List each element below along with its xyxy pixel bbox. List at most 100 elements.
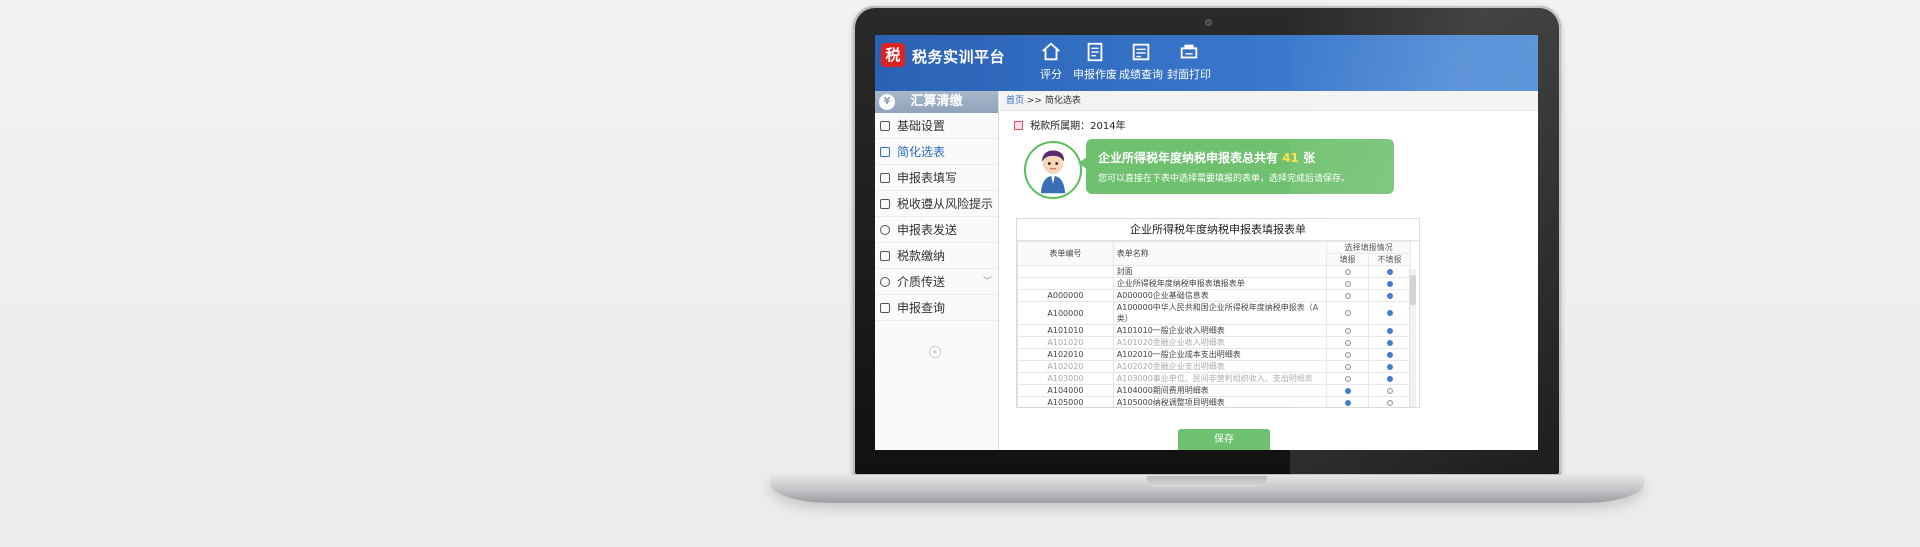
- nofill-radio[interactable]: [1368, 336, 1411, 349]
- nofill-radio[interactable]: [1368, 265, 1411, 278]
- radio-fill-icon: [1344, 292, 1351, 299]
- home-icon: [1027, 41, 1075, 65]
- fill-radio[interactable]: [1326, 360, 1370, 373]
- sidebar-item-basic-settings[interactable]: 基础设置: [875, 113, 998, 139]
- sidebar-item-label: 税款缴纳: [897, 249, 946, 263]
- nav-score[interactable]: 评分: [1027, 41, 1075, 82]
- radio-fill-icon: [1344, 268, 1351, 275]
- row-code: A102020: [1017, 360, 1114, 373]
- row-code: A101010: [1017, 324, 1114, 337]
- radio-fill-icon: [1344, 363, 1351, 370]
- sidebar-item-label: 申报查询: [897, 301, 946, 315]
- nav-label: 成绩查询: [1119, 68, 1163, 81]
- nav-void-declaration[interactable]: 申报作废: [1071, 41, 1119, 82]
- lock-icon: [880, 121, 890, 131]
- sidebar-item-form-send[interactable]: 申报表发送: [875, 217, 998, 243]
- table-row: 企业所得税年度纳税申报表填报表单: [1017, 277, 1411, 290]
- fill-radio[interactable]: [1326, 336, 1370, 349]
- assistant-avatar: [1024, 141, 1082, 199]
- query-icon: [880, 303, 890, 313]
- sidebar-item-label: 税收遵从风险提示: [897, 197, 994, 211]
- row-name: A102010一般企业成本支出明细表: [1112, 348, 1328, 361]
- breadcrumb-separator: >>: [1026, 96, 1042, 106]
- summary-bubble: 企业所得税年度纳税申报表总共有 41 张 您可以直接在下表中选择需要填报的表单，…: [1078, 139, 1394, 194]
- breadcrumb-current: 简化选表: [1044, 96, 1081, 106]
- row-name: A100000中华人民共和国企业所得税年度纳税申报表（A类）: [1112, 301, 1328, 325]
- main-content: 首页 >> 简化选表 税款所属期：2014年 企业所得税年度纳税申报表总共有 4…: [1000, 91, 1538, 450]
- scrollbar-thumb[interactable]: [1410, 275, 1416, 305]
- row-code: A105000: [1017, 396, 1114, 407]
- header-code: 表单编号: [1017, 241, 1114, 266]
- sidebar-item-risk-alert[interactable]: 税收遵从风险提示: [875, 191, 998, 217]
- radio-fill-icon: [1344, 375, 1351, 382]
- tax-logo-icon: 税: [881, 43, 905, 67]
- row-code: A102010: [1017, 348, 1114, 361]
- row-name: A000000企业基础信息表: [1112, 289, 1328, 302]
- sidebar-item-label: 简化选表: [897, 145, 946, 159]
- tax-period-label: 税款所属期：2014年: [1030, 121, 1126, 132]
- radio-fill-icon: [1344, 327, 1351, 334]
- fill-radio[interactable]: [1326, 265, 1370, 278]
- fill-radio[interactable]: [1326, 301, 1370, 325]
- header-choice: 选择填报情况: [1326, 241, 1411, 254]
- sidebar-item-declaration-query[interactable]: 申报查询: [875, 295, 998, 321]
- save-button[interactable]: 保存: [1178, 429, 1270, 450]
- row-code: A100000: [1017, 301, 1114, 325]
- sidebar-item-label: 基础设置: [897, 119, 946, 133]
- nofill-radio[interactable]: [1368, 289, 1411, 302]
- fill-radio[interactable]: [1326, 277, 1370, 290]
- radio-fill-icon: [1344, 310, 1351, 316]
- nofill-radio[interactable]: [1368, 324, 1411, 337]
- nav-label: 申报作废: [1073, 68, 1117, 81]
- sidebar-item-simplified-select[interactable]: 简化选表: [875, 139, 998, 165]
- sidebar-item-form-fill[interactable]: 申报表填写: [875, 165, 998, 191]
- search-icon: [880, 277, 890, 287]
- fill-radio[interactable]: [1326, 348, 1370, 361]
- nofill-radio[interactable]: [1368, 301, 1411, 325]
- report-panel: 企业所得税年度纳税申报表填报表单 表单编号 表单名称 选择填报情况 填报 不填报…: [1016, 218, 1420, 408]
- table-row: A104000 A104000期间费用明细表: [1017, 384, 1411, 397]
- nav-cover-print[interactable]: 封面打印: [1165, 41, 1213, 82]
- sidebar-title: 汇算清缴: [910, 94, 963, 109]
- chevron-down-icon: ﹀: [982, 277, 992, 287]
- fill-radio[interactable]: [1326, 372, 1370, 385]
- nofill-radio[interactable]: [1368, 348, 1411, 361]
- sidebar-item-media-transfer[interactable]: 介质传送 ﹀: [875, 269, 998, 295]
- row-name: A105000纳税调整项目明细表: [1112, 396, 1328, 407]
- fill-radio[interactable]: [1326, 324, 1370, 337]
- document-icon: [1071, 41, 1119, 65]
- fill-radio[interactable]: [1326, 289, 1370, 302]
- nofill-radio[interactable]: [1368, 396, 1411, 407]
- radio-fill-icon: [1344, 399, 1351, 406]
- nav-label: 封面打印: [1167, 68, 1211, 81]
- radio-fill-icon: [1344, 280, 1351, 287]
- fill-radio[interactable]: [1326, 396, 1370, 407]
- row-code: A101020: [1017, 336, 1114, 349]
- nofill-radio[interactable]: [1368, 277, 1411, 290]
- nofill-radio[interactable]: [1368, 384, 1411, 397]
- tax-period: 税款所属期：2014年: [1014, 117, 1126, 132]
- nofill-radio[interactable]: [1368, 360, 1411, 373]
- breadcrumb: 首页 >> 简化选表: [1000, 91, 1538, 111]
- row-name: 封面: [1112, 265, 1328, 278]
- nofill-radio[interactable]: [1368, 372, 1411, 385]
- sidebar-item-label: 介质传送: [897, 275, 946, 289]
- row-code: [1017, 277, 1114, 290]
- table-scrollbar[interactable]: [1409, 269, 1416, 407]
- form-count: 41: [1282, 151, 1299, 165]
- wallet-icon: [880, 251, 890, 261]
- app-header: 税 税务实训平台 评分 申报作废 成绩查询 封面打印: [875, 35, 1538, 91]
- bubble-title-suffix: 张: [1303, 151, 1316, 165]
- sidebar-item-tax-payment[interactable]: 税款缴纳: [875, 243, 998, 269]
- nav-label: 评分: [1040, 68, 1062, 81]
- radio-nofill-icon: [1386, 351, 1393, 358]
- laptop-notch: [1147, 476, 1267, 487]
- sidebar-collapse-button[interactable]: «: [929, 346, 941, 358]
- nav-score-query[interactable]: 成绩查询: [1117, 41, 1165, 82]
- sidebar: ¥ 汇算清缴 基础设置 简化选表 申报表填写 税收遵从风险提示 申报表发送 税款…: [875, 91, 999, 450]
- fill-radio[interactable]: [1326, 384, 1370, 397]
- breadcrumb-home-link[interactable]: 首页: [1006, 96, 1024, 106]
- select-icon: [880, 147, 890, 157]
- row-code: [1017, 265, 1114, 278]
- table-row: A000000 A000000企业基础信息表: [1017, 289, 1411, 302]
